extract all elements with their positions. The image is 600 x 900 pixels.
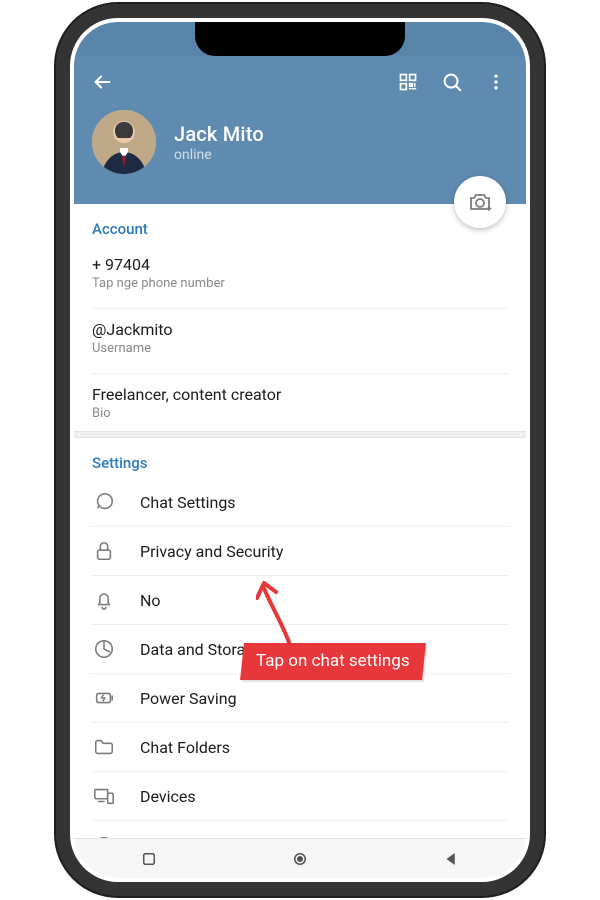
android-navbar	[74, 838, 526, 878]
devices-icon	[93, 785, 115, 807]
profile-name: Jack Mito	[174, 122, 264, 146]
more-button[interactable]	[476, 62, 516, 102]
change-photo-button[interactable]	[454, 176, 506, 228]
phone-frame: Jack Mito online Account + 97404 Tap nge…	[70, 18, 530, 882]
arrow-left-icon	[91, 71, 113, 93]
username-hint: Username	[92, 341, 508, 356]
data-icon	[93, 638, 115, 660]
more-vert-icon	[486, 72, 506, 92]
folder-icon	[93, 736, 115, 758]
row-label: Devices	[140, 787, 508, 806]
bio-hint: Bio	[92, 406, 508, 421]
row-privacy[interactable]: Privacy and Security	[92, 527, 508, 576]
username-value: @Jackmito	[92, 320, 508, 339]
phone-hint: Tap nge phone number	[92, 276, 508, 291]
notch	[195, 22, 405, 56]
bell-icon	[93, 589, 115, 611]
annotation-label: Tap on chat settings	[240, 643, 425, 680]
row-notifications[interactable]: No	[92, 576, 508, 625]
row-label: No	[140, 591, 508, 610]
bio-row[interactable]: Freelancer, content creator Bio	[92, 374, 508, 431]
row-chat-folders[interactable]: Chat Folders	[92, 723, 508, 772]
row-label: Chat Settings	[140, 493, 508, 512]
avatar[interactable]	[92, 110, 156, 174]
section-gap	[74, 431, 526, 438]
bio-value: Freelancer, content creator	[92, 385, 508, 404]
person-icon	[92, 110, 156, 174]
row-label: Chat Folders	[140, 738, 508, 757]
row-label: Power Saving	[140, 689, 508, 708]
back-button[interactable]	[82, 62, 122, 102]
username-row[interactable]: @Jackmito Username	[92, 309, 508, 367]
chat-icon	[93, 491, 115, 513]
camera-icon	[468, 190, 492, 214]
qr-button[interactable]	[388, 62, 428, 102]
search-button[interactable]	[432, 62, 472, 102]
settings-title: Settings	[92, 438, 508, 478]
nav-back[interactable]	[421, 846, 481, 872]
phone-row[interactable]: + 97404 Tap nge phone number	[92, 244, 508, 302]
power-icon	[93, 687, 115, 709]
screen: Jack Mito online Account + 97404 Tap nge…	[74, 22, 526, 878]
account-section: Account + 97404 Tap nge phone number @Ja…	[74, 204, 526, 431]
account-title: Account	[92, 204, 508, 244]
search-icon	[441, 71, 463, 93]
qr-icon	[398, 72, 418, 92]
row-chat-settings[interactable]: Chat Settings	[92, 478, 508, 527]
nav-home[interactable]	[270, 846, 330, 872]
row-devices[interactable]: Devices	[92, 772, 508, 821]
phone-value: + 97404	[92, 255, 508, 274]
lock-icon	[93, 540, 115, 562]
profile-header: Jack Mito online	[74, 56, 526, 204]
profile-status: online	[174, 147, 264, 163]
nav-recent[interactable]	[119, 846, 179, 872]
row-power-saving[interactable]: Power Saving	[92, 674, 508, 723]
row-label: Privacy and Security	[140, 542, 508, 561]
